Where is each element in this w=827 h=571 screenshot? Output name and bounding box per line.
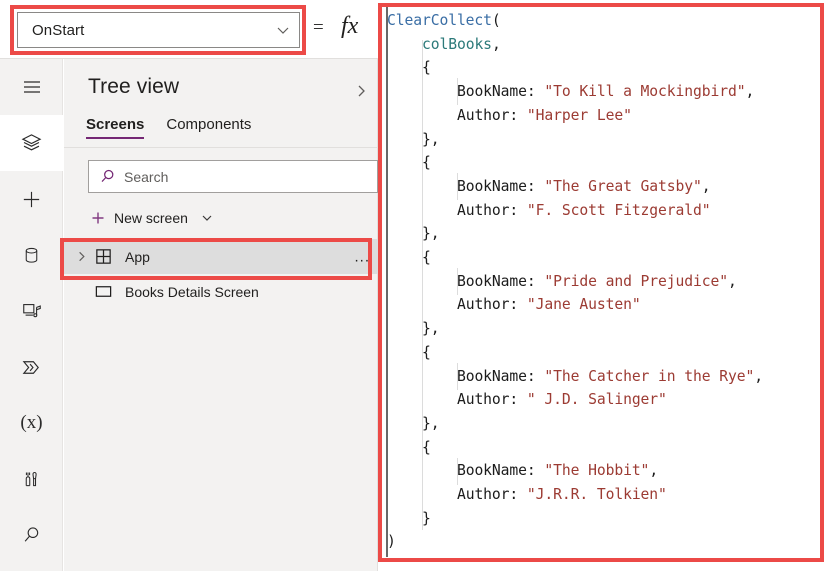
screens-tree: App ... Books Details Screen xyxy=(64,239,378,309)
plus-icon xyxy=(20,188,43,211)
search-icon xyxy=(21,524,43,546)
page-title: Tree view xyxy=(88,75,180,98)
hamburger-menu-icon[interactable] xyxy=(0,59,63,115)
sidebar-item-power-automate[interactable] xyxy=(0,339,63,395)
new-screen-label: New screen xyxy=(114,210,188,226)
formula-toolbar: OnStart = fx xyxy=(0,0,378,59)
tree-item-app[interactable]: App ... xyxy=(64,239,378,274)
power-apps-studio: OnStart = fx (x) Tree view Screens Compo… xyxy=(0,0,827,571)
search-input[interactable]: Search xyxy=(88,160,378,193)
formula-text[interactable]: ClearCollect( colBooks, { BookName: "To … xyxy=(387,9,763,554)
search-icon xyxy=(99,168,116,185)
sidebar-item-data[interactable] xyxy=(0,227,63,283)
left-rail: (x) xyxy=(0,59,63,571)
sidebar-item-insert[interactable] xyxy=(0,171,63,227)
tree-item-label: Books Details Screen xyxy=(125,283,259,300)
tabs-divider xyxy=(64,147,378,148)
sidebar-item-tree-view[interactable] xyxy=(0,115,63,171)
sidebar-item-media[interactable] xyxy=(0,283,63,339)
screen-rectangle-icon xyxy=(92,281,114,303)
media-icon xyxy=(21,300,43,322)
property-dropdown[interactable]: OnStart xyxy=(17,12,300,48)
chevron-right-icon[interactable] xyxy=(353,83,369,99)
formula-bar[interactable]: ClearCollect( colBooks, { BookName: "To … xyxy=(378,0,827,571)
layers-icon xyxy=(20,132,43,155)
sidebar-item-advanced-tools[interactable] xyxy=(0,451,63,507)
chevron-down-icon xyxy=(275,22,291,38)
tab-screens[interactable]: Screens xyxy=(86,116,145,139)
tools-icon xyxy=(21,469,42,490)
overflow-menu-icon[interactable]: ... xyxy=(354,248,370,265)
new-screen-button[interactable]: New screen xyxy=(90,204,214,232)
tab-components[interactable]: Components xyxy=(166,116,251,139)
tree-tabs: Screens Components xyxy=(86,116,251,139)
property-dropdown-value: OnStart xyxy=(32,21,85,39)
variables-icon: (x) xyxy=(20,412,43,433)
fx-icon: fx xyxy=(341,13,359,39)
search-placeholder: Search xyxy=(124,168,169,185)
tree-item-books-details-screen[interactable]: Books Details Screen xyxy=(64,274,378,309)
plus-icon xyxy=(90,210,106,226)
app-grid-icon xyxy=(92,246,114,268)
tree-item-label: App xyxy=(125,248,150,265)
chevron-right-icon[interactable] xyxy=(72,248,90,266)
sidebar-item-search[interactable] xyxy=(0,507,63,563)
chevron-down-icon[interactable] xyxy=(200,211,214,225)
tree-view-panel: Tree view Screens Components Search New … xyxy=(64,59,378,571)
sidebar-item-variables[interactable]: (x) xyxy=(0,395,63,451)
equals-sign: = xyxy=(313,17,324,38)
database-icon xyxy=(21,245,42,266)
power-automate-icon xyxy=(20,356,43,379)
